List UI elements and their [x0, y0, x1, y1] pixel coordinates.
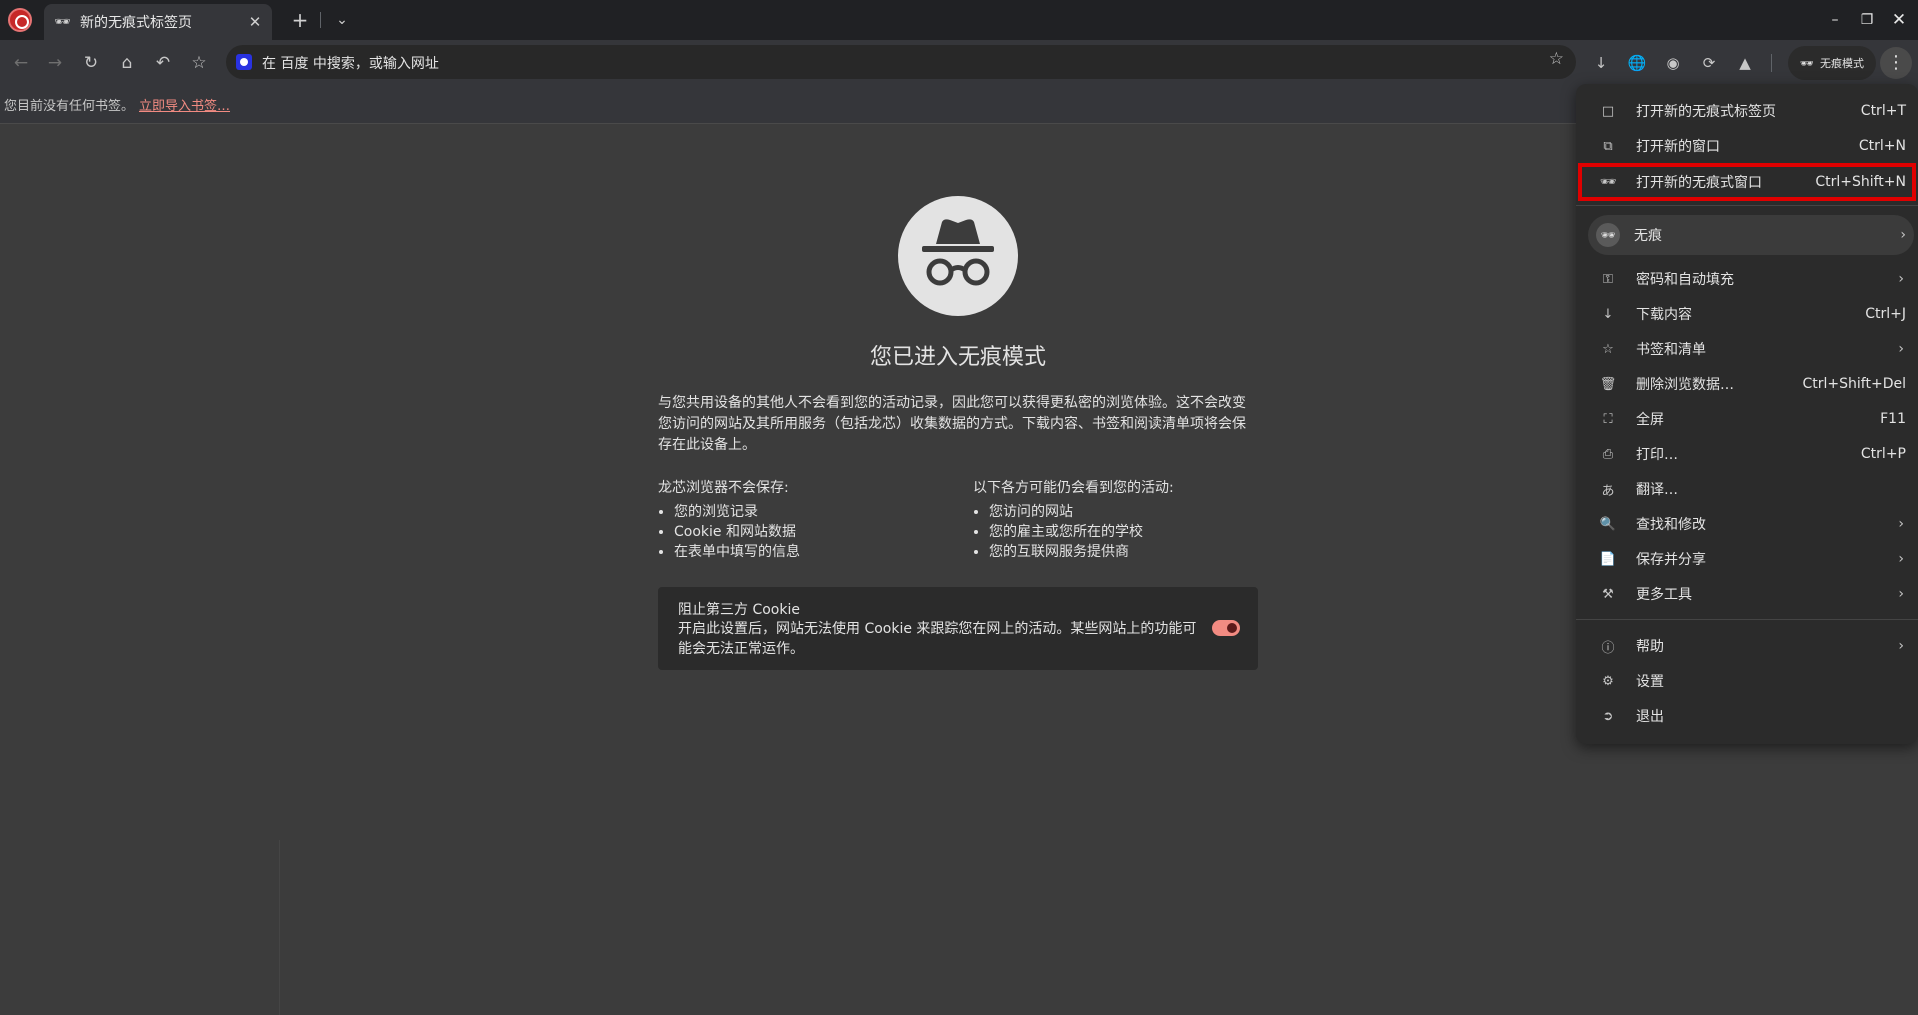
- bookmarks-empty-text: 您目前没有任何书签。: [4, 99, 135, 114]
- list-item: 您的雇主或您所在的学校: [989, 522, 1273, 542]
- page-title: 您已进入无痕模式: [869, 345, 1046, 370]
- incognito-icon: 🕶: [54, 14, 71, 30]
- page-description: 与您共用设备的其他人不会看到您的活动记录，因此您可以获得更私密的浏览体验。这不会…: [658, 395, 1246, 453]
- menu-item-exit[interactable]: ➲ 退出: [1588, 700, 1912, 732]
- camera-icon[interactable]: ◉: [1658, 48, 1688, 78]
- divider: [279, 840, 280, 1015]
- list-item: Cookie 和网站数据: [674, 522, 958, 542]
- translate-icon: あ: [1601, 483, 1615, 499]
- maximize-button[interactable]: ❐: [1852, 6, 1882, 34]
- menu-item-help[interactable]: ⓘ 帮助 ›: [1588, 630, 1912, 662]
- key-icon: ⚿: [1603, 271, 1613, 287]
- menu-item-fullscreen[interactable]: ⛶ 全屏 F11: [1588, 403, 1912, 435]
- chevron-right-icon: ›: [1898, 271, 1904, 287]
- close-icon[interactable]: ✕: [244, 13, 266, 31]
- globe-icon[interactable]: 🌐: [1622, 48, 1652, 78]
- address-bar-placeholder: 在 百度 中搜索，或输入网址: [262, 56, 439, 72]
- reload-icon[interactable]: ↻: [76, 48, 106, 78]
- list-item: 您访问的网站: [989, 502, 1273, 522]
- menu-item-settings[interactable]: ⚙ 设置: [1588, 665, 1912, 697]
- fullscreen-icon: ⛶: [1603, 411, 1613, 427]
- menu-item-save-share[interactable]: 📄 保存并分享 ›: [1588, 543, 1912, 575]
- chevron-right-icon: ›: [1898, 516, 1904, 532]
- list-item: 您的浏览记录: [674, 502, 958, 522]
- baidu-search-icon: [236, 54, 252, 70]
- tab-incognito[interactable]: 🕶 新的无痕式标签页 ✕: [44, 4, 272, 40]
- incognito-indicator[interactable]: 🕶 无痕模式: [1788, 46, 1876, 80]
- list-item: 您的互联网服务提供商: [989, 542, 1273, 562]
- gear-icon: ⚙: [1602, 673, 1614, 689]
- menu-item-downloads[interactable]: ↓ 下载内容 Ctrl+J: [1588, 298, 1912, 330]
- help-icon: ⓘ: [1601, 640, 1615, 656]
- menu-item-new-window[interactable]: ⧉ 打开新的窗口 Ctrl+N: [1588, 130, 1912, 162]
- menu-item-incognito-profile[interactable]: 🕶 无痕 ›: [1588, 215, 1914, 255]
- browser-menu: □ 打开新的无痕式标签页 Ctrl+T ⧉ 打开新的窗口 Ctrl+N 🕶 打开…: [1576, 84, 1918, 744]
- close-window-button[interactable]: ✕: [1884, 6, 1914, 34]
- cookie-card-title: 阻止第三方 Cookie: [678, 602, 800, 618]
- menu-item-find-edit[interactable]: 🔍 查找和修改 ›: [1588, 508, 1912, 540]
- menu-item-more-tools[interactable]: ⚒ 更多工具 ›: [1588, 578, 1912, 610]
- incognito-avatar-icon: 🕶: [1596, 223, 1620, 247]
- address-bar[interactable]: 在 百度 中搜索，或输入网址 ☆: [226, 45, 1576, 79]
- divider: [1771, 54, 1772, 72]
- chevron-right-icon: ›: [1900, 227, 1906, 243]
- tab-strip: 🕶 新的无痕式标签页 ✕ + ⌄ – ❐ ✕: [0, 0, 1918, 40]
- divider: [1576, 619, 1918, 620]
- may-see-heading: 以下各方可能仍会看到您的活动:: [973, 480, 1174, 496]
- list-item: 在表单中填写的信息: [674, 542, 958, 562]
- star-icon[interactable]: ☆: [1549, 49, 1564, 69]
- third-party-cookie-card: 阻止第三方 Cookie 开启此设置后，网站无法使用 Cookie 来跟踪您在网…: [658, 587, 1258, 670]
- not-saved-heading: 龙芯浏览器不会保存:: [658, 480, 789, 496]
- exit-icon: ➲: [1602, 708, 1614, 724]
- incognito-icon: 🕶: [1800, 56, 1814, 70]
- chevron-right-icon: ›: [1898, 341, 1904, 357]
- not-saved-section: 龙芯浏览器不会保存: 您的浏览记录 Cookie 和网站数据 在表单中填写的信息: [658, 478, 958, 562]
- share-icon[interactable]: ⟳: [1694, 48, 1724, 78]
- star-icon: ☆: [1602, 341, 1614, 357]
- incognito-hero-icon: [898, 196, 1018, 316]
- cookie-card-description: 开启此设置后，网站无法使用 Cookie 来跟踪您在网上的活动。某些网站上的功能…: [678, 621, 1197, 657]
- toolbar: ← → ↻ ⌂ ↶ ☆ 在 百度 中搜索，或输入网址 ☆ ↓ 🌐 ◉ ⟳ ▲ 🕶…: [0, 40, 1918, 85]
- toolbox-icon: ⚒: [1602, 586, 1614, 602]
- back-arrow-icon[interactable]: ←: [6, 48, 36, 78]
- trash-icon: 🗑: [1599, 376, 1617, 392]
- menu-item-bookmarks[interactable]: ☆ 书签和清单 ›: [1588, 333, 1912, 365]
- find-icon: 🔍: [1599, 516, 1617, 532]
- incognito-label: 无痕模式: [1819, 57, 1864, 70]
- minimize-button[interactable]: –: [1820, 6, 1850, 34]
- chevron-right-icon: ›: [1898, 638, 1904, 654]
- chevron-right-icon: ›: [1898, 586, 1904, 602]
- divider: [320, 12, 321, 28]
- divider: [1576, 205, 1918, 206]
- menu-item-passwords[interactable]: ⚿ 密码和自动填充 ›: [1588, 263, 1912, 295]
- menu-item-new-incognito-window[interactable]: 🕶 打开新的无痕式窗口 Ctrl+Shift+N: [1578, 163, 1916, 201]
- browser-logo-icon[interactable]: [8, 8, 32, 32]
- tab-title: 新的无痕式标签页: [80, 15, 192, 31]
- menu-item-clear-data[interactable]: 🗑 删除浏览数据… Ctrl+Shift+Del: [1588, 368, 1912, 400]
- new-tab-icon: □: [1601, 103, 1615, 119]
- may-see-section: 以下各方可能仍会看到您的活动: 您访问的网站 您的雇主或您所在的学校 您的互联网…: [973, 478, 1273, 562]
- more-menu-button[interactable]: ⋮: [1880, 47, 1912, 79]
- menu-item-new-incognito-tab[interactable]: □ 打开新的无痕式标签页 Ctrl+T: [1588, 95, 1912, 127]
- block-cookies-toggle[interactable]: [1212, 620, 1240, 636]
- chevron-right-icon: ›: [1898, 551, 1904, 567]
- tab-search-chevron-icon[interactable]: ⌄: [330, 8, 354, 32]
- download-icon[interactable]: ↓: [1586, 48, 1616, 78]
- save-share-icon: 📄: [1599, 551, 1617, 567]
- menu-item-translate[interactable]: あ 翻译…: [1588, 473, 1912, 505]
- bookmark-star-icon[interactable]: ☆: [184, 48, 214, 78]
- new-window-icon: ⧉: [1603, 138, 1613, 154]
- new-tab-button[interactable]: +: [288, 8, 312, 32]
- home-icon[interactable]: ⌂: [112, 48, 142, 78]
- download-icon: ↓: [1602, 306, 1614, 322]
- forward-arrow-icon[interactable]: →: [40, 48, 70, 78]
- menu-item-print[interactable]: ⎙ 打印… Ctrl+P: [1588, 438, 1912, 470]
- ai-icon[interactable]: ▲: [1730, 48, 1760, 78]
- import-bookmarks-link[interactable]: 立即导入书签…: [139, 95, 230, 114]
- undo-icon[interactable]: ↶: [148, 48, 178, 78]
- printer-icon: ⎙: [1602, 446, 1614, 462]
- incognito-icon: 🕶: [1599, 174, 1617, 190]
